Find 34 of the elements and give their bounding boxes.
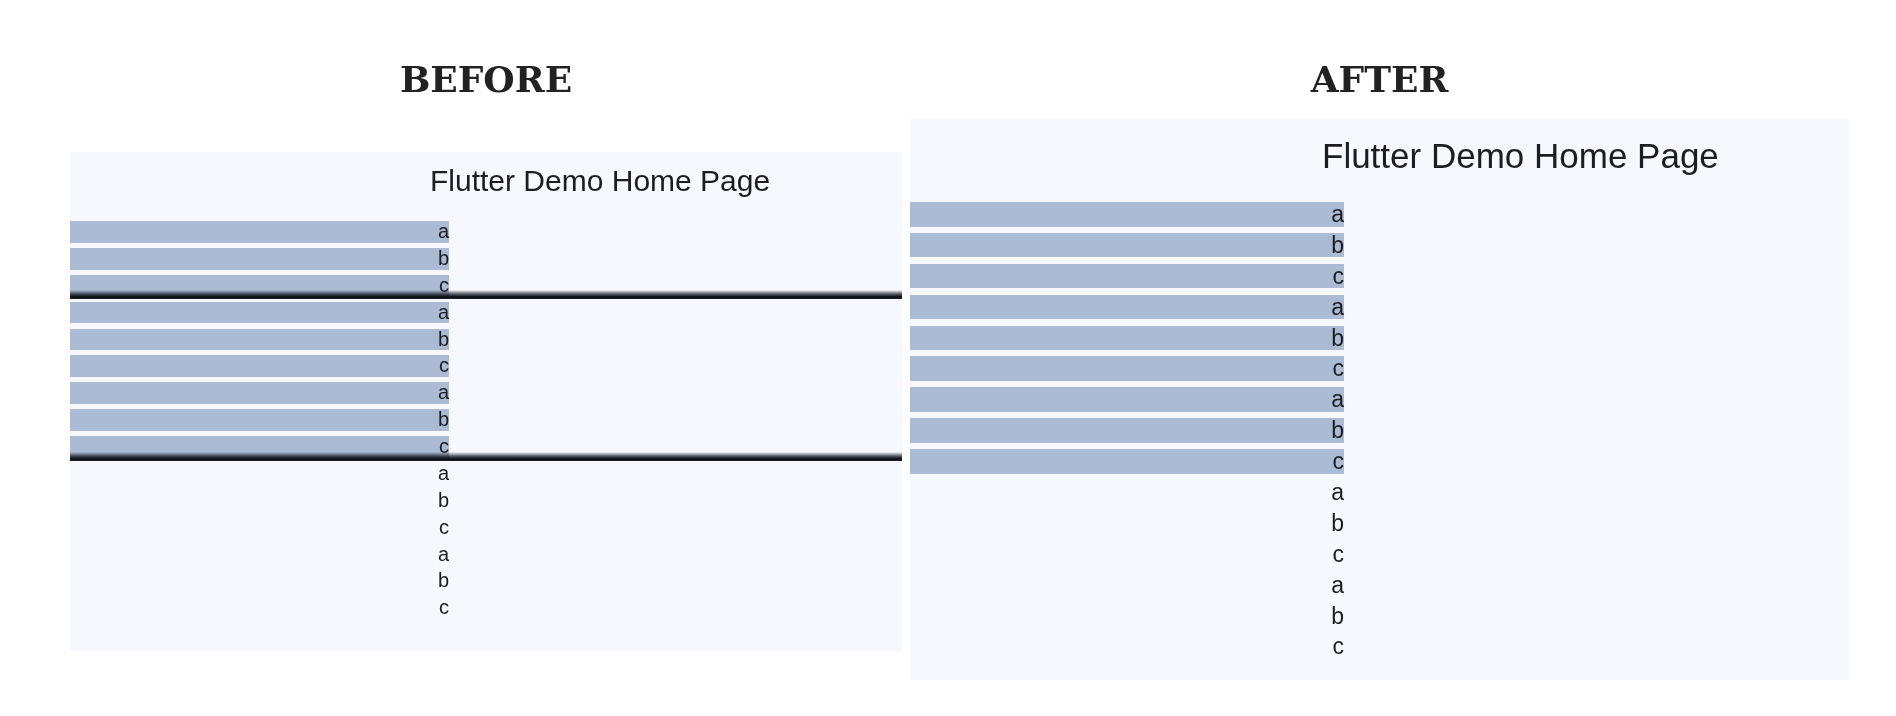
- list-item: a: [1331, 480, 1344, 505]
- panel-heading: BEFORE: [399, 57, 573, 101]
- list-item: a: [70, 382, 449, 404]
- app-bar-title: Flutter Demo Home Page: [1322, 135, 1719, 177]
- list-item: a: [70, 221, 449, 243]
- list-item: c: [439, 516, 449, 539]
- list-item: a: [437, 462, 449, 485]
- list-item: a: [910, 294, 1344, 320]
- list-item: a: [910, 387, 1344, 412]
- list-item: a: [70, 301, 449, 324]
- list-item: c: [910, 449, 1344, 474]
- list-item: b: [1331, 603, 1344, 629]
- list-item: b: [437, 570, 449, 593]
- list-item: a: [437, 543, 449, 566]
- list-item: a: [910, 202, 1344, 227]
- list-item: c: [910, 356, 1344, 381]
- list-item: c: [1332, 634, 1344, 659]
- list-item: c: [1332, 541, 1344, 567]
- list-item: b: [70, 409, 449, 431]
- list-item: b: [437, 489, 449, 512]
- list-item: c: [70, 274, 449, 297]
- panel-heading: AFTER: [1310, 57, 1449, 101]
- list-item: b: [910, 325, 1344, 351]
- list-item: c: [910, 263, 1344, 289]
- list-item: c: [70, 355, 449, 378]
- list-item: b: [910, 418, 1344, 443]
- list-item: b: [70, 328, 449, 351]
- list-item: b: [70, 247, 449, 270]
- app-bar-title: Flutter Demo Home Page: [430, 163, 771, 199]
- list-item: a: [1331, 572, 1344, 598]
- list-item: c: [439, 597, 449, 619]
- list-item: c: [70, 436, 449, 458]
- list-item: b: [1331, 510, 1344, 536]
- list-item: b: [910, 232, 1344, 258]
